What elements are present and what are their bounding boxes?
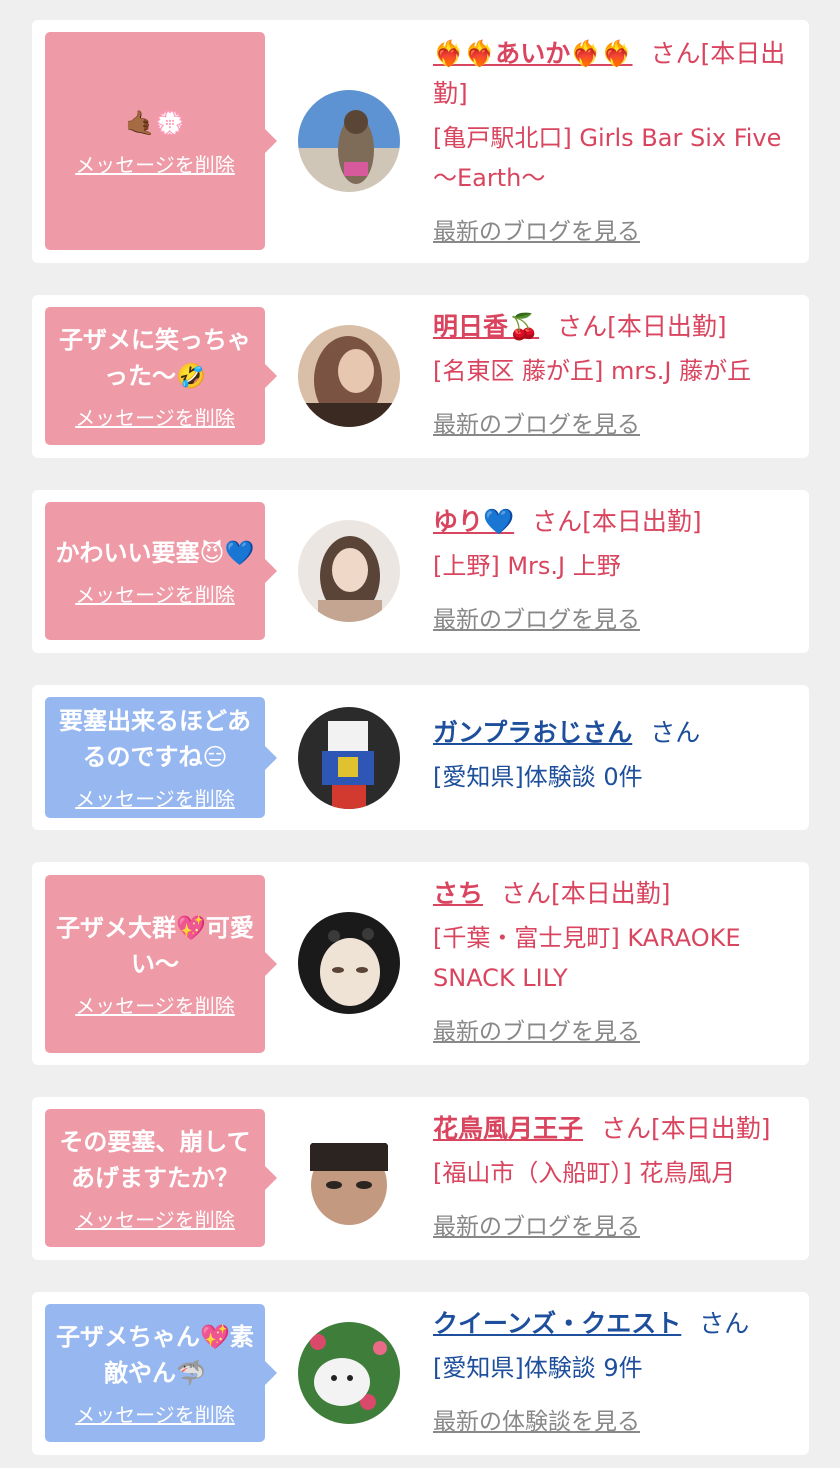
name-suffix: さん xyxy=(699,1309,750,1338)
avatar[interactable] xyxy=(298,912,400,1014)
profile-name-link[interactable]: さち xyxy=(433,879,483,908)
message-card: 要塞出来るほどあるのですね😑 メッセージを削除 ガンプラおじさん さん [愛知県]… xyxy=(32,685,809,830)
profile-info: クイーンズ・クエスト さん [愛知県]体験談 9件 最新の体験談を見る xyxy=(433,1304,795,1436)
avatar-photo xyxy=(298,520,400,622)
latest-blog-link[interactable]: 最新のブログを見る xyxy=(433,1207,640,1241)
message-card: 🤙🏾💮 メッセージを削除 ❤️‍🔥❤️‍🔥あいか❤️‍🔥❤️‍🔥 さん[本日出勤]… xyxy=(32,20,809,263)
delete-message-link[interactable]: メッセージを削除 xyxy=(75,990,235,1019)
message-card: その要塞、崩してあげますたか？ メッセージを削除 花鳥風月王子 さん[本日出勤] … xyxy=(32,1097,809,1260)
message-text: 🤙🏾💮 xyxy=(125,108,185,137)
shop-info: [名東区 藤が丘] mrs.J 藤が丘 xyxy=(433,357,752,385)
profile-info: ゆり💙 さん[本日出勤] [上野] Mrs.J 上野 最新のブログを見る xyxy=(433,502,795,634)
delete-message-link[interactable]: メッセージを削除 xyxy=(75,1204,235,1233)
profile-info: 明日香🍒 さん[本日出勤] [名東区 藤が丘] mrs.J 藤が丘 最新のブログを… xyxy=(433,307,795,439)
message-bubble: 子ザメ大群💖可愛い〜 メッセージを削除 xyxy=(45,875,277,1053)
shop-info: [千葉・富士見町] KARAOKE SNACK LILY xyxy=(433,924,741,992)
avatar-photo xyxy=(298,90,400,192)
avatar[interactable] xyxy=(298,1127,400,1229)
profile-name-link[interactable]: 花鳥風月王子 xyxy=(433,1114,583,1143)
message-bubble: 子ザメちゃん💖素敵やん🦈 メッセージを削除 xyxy=(45,1304,277,1442)
name-suffix: さん[本日出勤] xyxy=(601,1114,771,1143)
message-bubble: 要塞出来るほどあるのですね😑 メッセージを削除 xyxy=(45,697,277,818)
profile-name-link[interactable]: クイーンズ・クエスト xyxy=(433,1309,681,1338)
name-suffix: さん xyxy=(650,718,701,747)
shop-info: [愛知県]体験談 0件 xyxy=(433,763,643,791)
avatar-photo xyxy=(298,325,400,427)
delete-message-link[interactable]: メッセージを削除 xyxy=(75,402,235,431)
message-card: 子ザメ大群💖可愛い〜 メッセージを削除 さち さん[本日出勤] [千葉・富士見町]… xyxy=(32,862,809,1065)
profile-name-link[interactable]: ❤️‍🔥❤️‍🔥あいか❤️‍🔥❤️‍🔥 xyxy=(433,39,633,68)
name-suffix: さん[本日出勤] xyxy=(557,312,727,341)
message-bubble: 子ザメに笑っちゃった〜🤣 メッセージを削除 xyxy=(45,307,277,445)
profile-name-link[interactable]: ガンプラおじさん xyxy=(433,718,632,747)
message-bubble: その要塞、崩してあげますたか？ メッセージを削除 xyxy=(45,1109,277,1247)
latest-blog-link[interactable]: 最新のブログを見る xyxy=(433,212,640,246)
avatar[interactable] xyxy=(298,1322,400,1424)
message-text: 子ザメ大群💖可愛い〜 xyxy=(56,913,254,978)
profile-name-link[interactable]: 明日香🍒 xyxy=(433,312,539,341)
message-text: 子ザメに笑っちゃった〜🤣 xyxy=(59,325,251,390)
message-text: その要塞、崩してあげますたか？ xyxy=(59,1127,251,1192)
avatar-photo xyxy=(298,912,400,1014)
profile-name-link[interactable]: ゆり💙 xyxy=(433,507,514,536)
shop-info: [上野] Mrs.J 上野 xyxy=(433,552,621,580)
avatar[interactable] xyxy=(298,707,400,809)
profile-info: 花鳥風月王子 さん[本日出勤] [福山市（入船町）] 花鳥風月 最新のブログを見る xyxy=(433,1109,795,1241)
profile-info: ガンプラおじさん さん [愛知県]体験談 0件 xyxy=(433,713,795,797)
message-card: かわいい要塞😈💙 メッセージを削除 ゆり💙 さん[本日出勤] [上野] Mrs.J… xyxy=(32,490,809,653)
message-text: 要塞出来るほどあるのですね😑 xyxy=(59,707,251,771)
delete-message-link[interactable]: メッセージを削除 xyxy=(75,579,235,608)
message-bubble: かわいい要塞😈💙 メッセージを削除 xyxy=(45,502,277,640)
delete-message-link[interactable]: メッセージを削除 xyxy=(75,149,235,178)
profile-info: ❤️‍🔥❤️‍🔥あいか❤️‍🔥❤️‍🔥 さん[本日出勤] [亀戸駅北口] Girl… xyxy=(433,34,795,246)
latest-review-link[interactable]: 最新の体験談を見る xyxy=(433,1402,640,1436)
avatar[interactable] xyxy=(298,325,400,427)
avatar-photo xyxy=(298,1322,400,1424)
delete-message-link[interactable]: メッセージを削除 xyxy=(75,783,235,812)
shop-info: [亀戸駅北口] Girls Bar Six Five 〜Earth〜 xyxy=(433,124,782,192)
avatar[interactable] xyxy=(298,90,400,192)
avatar-photo xyxy=(298,1127,400,1229)
message-text: 子ザメちゃん💖素敵やん🦈 xyxy=(56,1322,254,1387)
avatar[interactable] xyxy=(298,520,400,622)
message-bubble: 🤙🏾💮 メッセージを削除 xyxy=(45,32,277,250)
latest-blog-link[interactable]: 最新のブログを見る xyxy=(433,405,640,439)
message-text: かわいい要塞😈💙 xyxy=(55,538,255,567)
delete-message-link[interactable]: メッセージを削除 xyxy=(75,1399,235,1428)
name-suffix: さん[本日出勤] xyxy=(501,879,671,908)
message-card: 子ザメちゃん💖素敵やん🦈 メッセージを削除 クイーンズ・クエスト さん [愛知県]… xyxy=(32,1292,809,1455)
avatar-photo xyxy=(298,707,400,809)
latest-blog-link[interactable]: 最新のブログを見る xyxy=(433,1012,640,1046)
message-card: 子ザメに笑っちゃった〜🤣 メッセージを削除 明日香🍒 さん[本日出勤] [名東区 … xyxy=(32,295,809,458)
name-suffix: さん[本日出勤] xyxy=(532,507,702,536)
shop-info: [愛知県]体験談 9件 xyxy=(433,1354,643,1382)
latest-blog-link[interactable]: 最新のブログを見る xyxy=(433,600,640,634)
shop-info: [福山市（入船町）] 花鳥風月 xyxy=(433,1159,736,1187)
profile-info: さち さん[本日出勤] [千葉・富士見町] KARAOKE SNACK LILY … xyxy=(433,874,795,1046)
